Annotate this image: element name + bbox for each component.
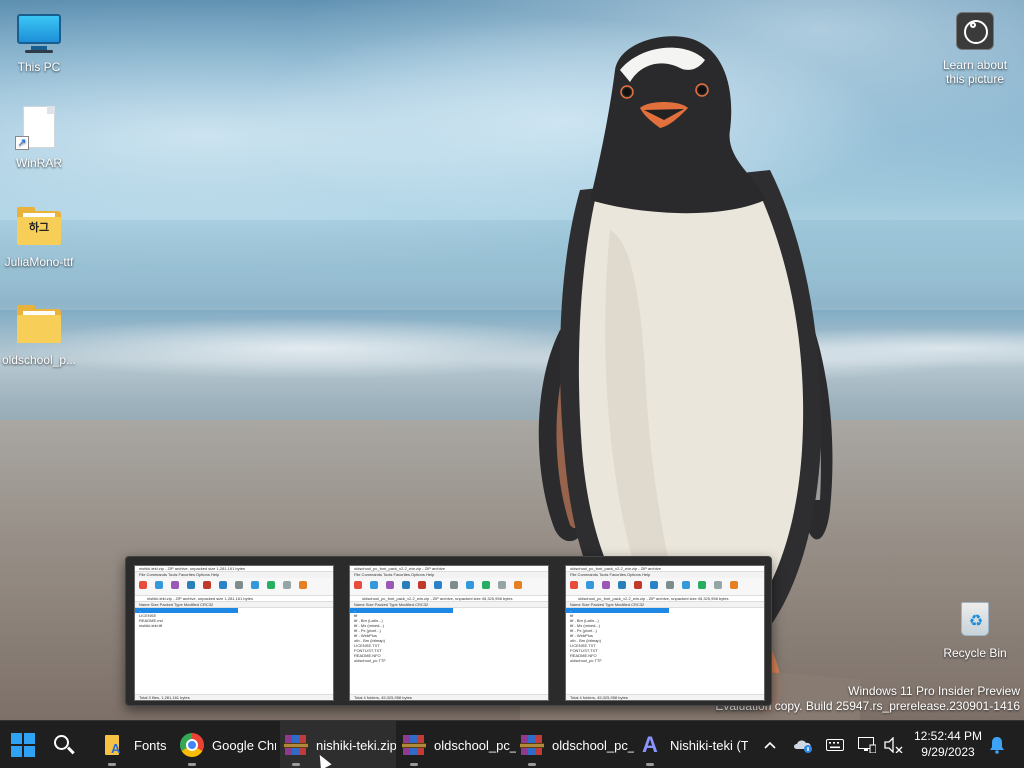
winrar-icon [520,733,544,757]
camera-info-icon[interactable] [956,12,994,50]
preview-thumbnail-nishiki-teki[interactable]: nishiki-teki.zip - ZIP archive, unpacked… [134,565,334,701]
recycle-bin-icon: ♻ [951,596,999,644]
tray-onedrive[interactable] [790,721,816,768]
notification-bell-icon [990,737,1004,754]
search-icon [52,733,76,757]
desktop-icon-label: This PC [17,60,61,74]
clock-date: 9/29/2023 [921,745,975,759]
learn-about-label-1: Learn about [942,58,1008,72]
running-indicator [188,763,196,766]
thumb-toolbar [350,578,548,596]
thumb-status: Total 4 folders, 45,325,958 bytes [566,694,764,700]
thumb-toolbar [566,578,764,596]
taskbar-app-oldschool-2[interactable]: oldschool_pc_ [518,721,634,768]
thumb-status: Total 4 folders, 45,325,958 bytes [350,694,548,700]
taskbar: A Fonts Google Chr nishiki-teki.zip olds… [0,720,1024,768]
taskbar-app-chrome[interactable]: Google Chr [180,721,276,768]
taskbar-app-nishiki-teki-zip[interactable]: nishiki-teki.zip [280,721,396,768]
preview-thumbnail-oldschool-2[interactable]: oldschool_pc_font_pack_v2.2_win.zip - ZI… [565,565,765,701]
desktop-icon-winrar[interactable]: ↗ WinRAR [0,106,78,170]
preview-thumbnail-oldschool-1[interactable]: oldschool_pc_font_pack_v2.2_win.zip - ZI… [349,565,549,701]
desktop-icon-label: Recycle Bin [943,646,1007,660]
winrar-icon [284,733,308,757]
thumb-row: oldschool_pc.TTF [570,658,602,663]
tray-keyboard[interactable] [822,721,848,768]
chrome-icon [180,733,204,757]
fonts-folder-icon: A [102,733,126,757]
thumb-row: nishiki-teki.ttf [139,623,163,628]
taskbar-app-label: Nishiki-teki (T [670,737,748,753]
taskbar-app-font-viewer[interactable]: A Nishiki-teki (T [636,721,748,768]
notification-center-button[interactable] [984,721,1010,768]
running-indicator [292,763,300,766]
learn-about-label-2: this picture [945,72,1005,86]
desktop-icon-label: oldschool_p... [1,353,77,367]
folder-badge: 하그 [28,222,50,234]
desktop-icon-recycle-bin[interactable]: ♻ Recycle Bin [936,596,1014,660]
search-button[interactable] [52,721,82,768]
chevron-up-icon [764,741,776,749]
font-viewer-icon: A [642,732,658,757]
desktop-icon-this-pc[interactable]: This PC [0,10,78,74]
wallpaper-waves [0,300,1024,420]
tray-volume[interactable] [880,721,906,768]
desktop-icon-oldschool[interactable]: oldschool_p... [0,303,78,367]
learn-about-picture[interactable]: Learn about this picture [936,58,1014,86]
keyboard-icon [826,739,844,751]
taskbar-app-label: Google Chr [212,737,276,753]
taskbar-preview-popup: nishiki-teki.zip - ZIP archive, unpacked… [125,556,772,706]
taskbar-app-label: nishiki-teki.zip [316,737,396,753]
running-indicator [528,763,536,766]
this-pc-icon [15,10,63,58]
start-button[interactable] [0,721,44,768]
taskbar-app-oldschool-1[interactable]: oldschool_pc_ [400,721,516,768]
clock-time: 12:52:44 PM [913,729,983,743]
folder-icon: 하그 [15,205,63,253]
wallpaper-water [0,220,1024,310]
running-indicator [646,763,654,766]
thumb-row: oldschool_pc.TTF [354,658,386,663]
taskbar-app-label: oldschool_pc_ [552,737,634,753]
desktop-icon-label: WinRAR [15,156,62,170]
taskbar-app-label: oldschool_pc_ [434,737,516,753]
winrar-shortcut-icon: ↗ [15,106,63,154]
thumb-toolbar [135,578,333,596]
display-icon [858,737,876,753]
onedrive-icon [794,740,812,753]
desktop-icon-juliamono-ttf[interactable]: 하그 JuliaMono-ttf [0,205,78,269]
thumb-status: Total 3 files, 1,281,161 bytes [135,694,333,700]
desktop-icon-label: JuliaMono-ttf [4,255,74,269]
folder-icon [15,303,63,351]
windows-start-icon [11,733,35,757]
clock[interactable]: 12:52:44 PM 9/29/2023 [904,728,992,760]
running-indicator [410,763,418,766]
taskbar-app-label: Fonts [134,737,167,753]
volume-muted-icon [884,737,903,753]
shortcut-arrow-icon: ↗ [15,136,29,150]
winrar-icon [402,733,426,757]
tray-overflow-button[interactable] [758,721,782,768]
running-indicator [108,763,116,766]
tray-display[interactable] [854,721,880,768]
taskbar-app-fonts[interactable]: A Fonts [102,721,170,768]
